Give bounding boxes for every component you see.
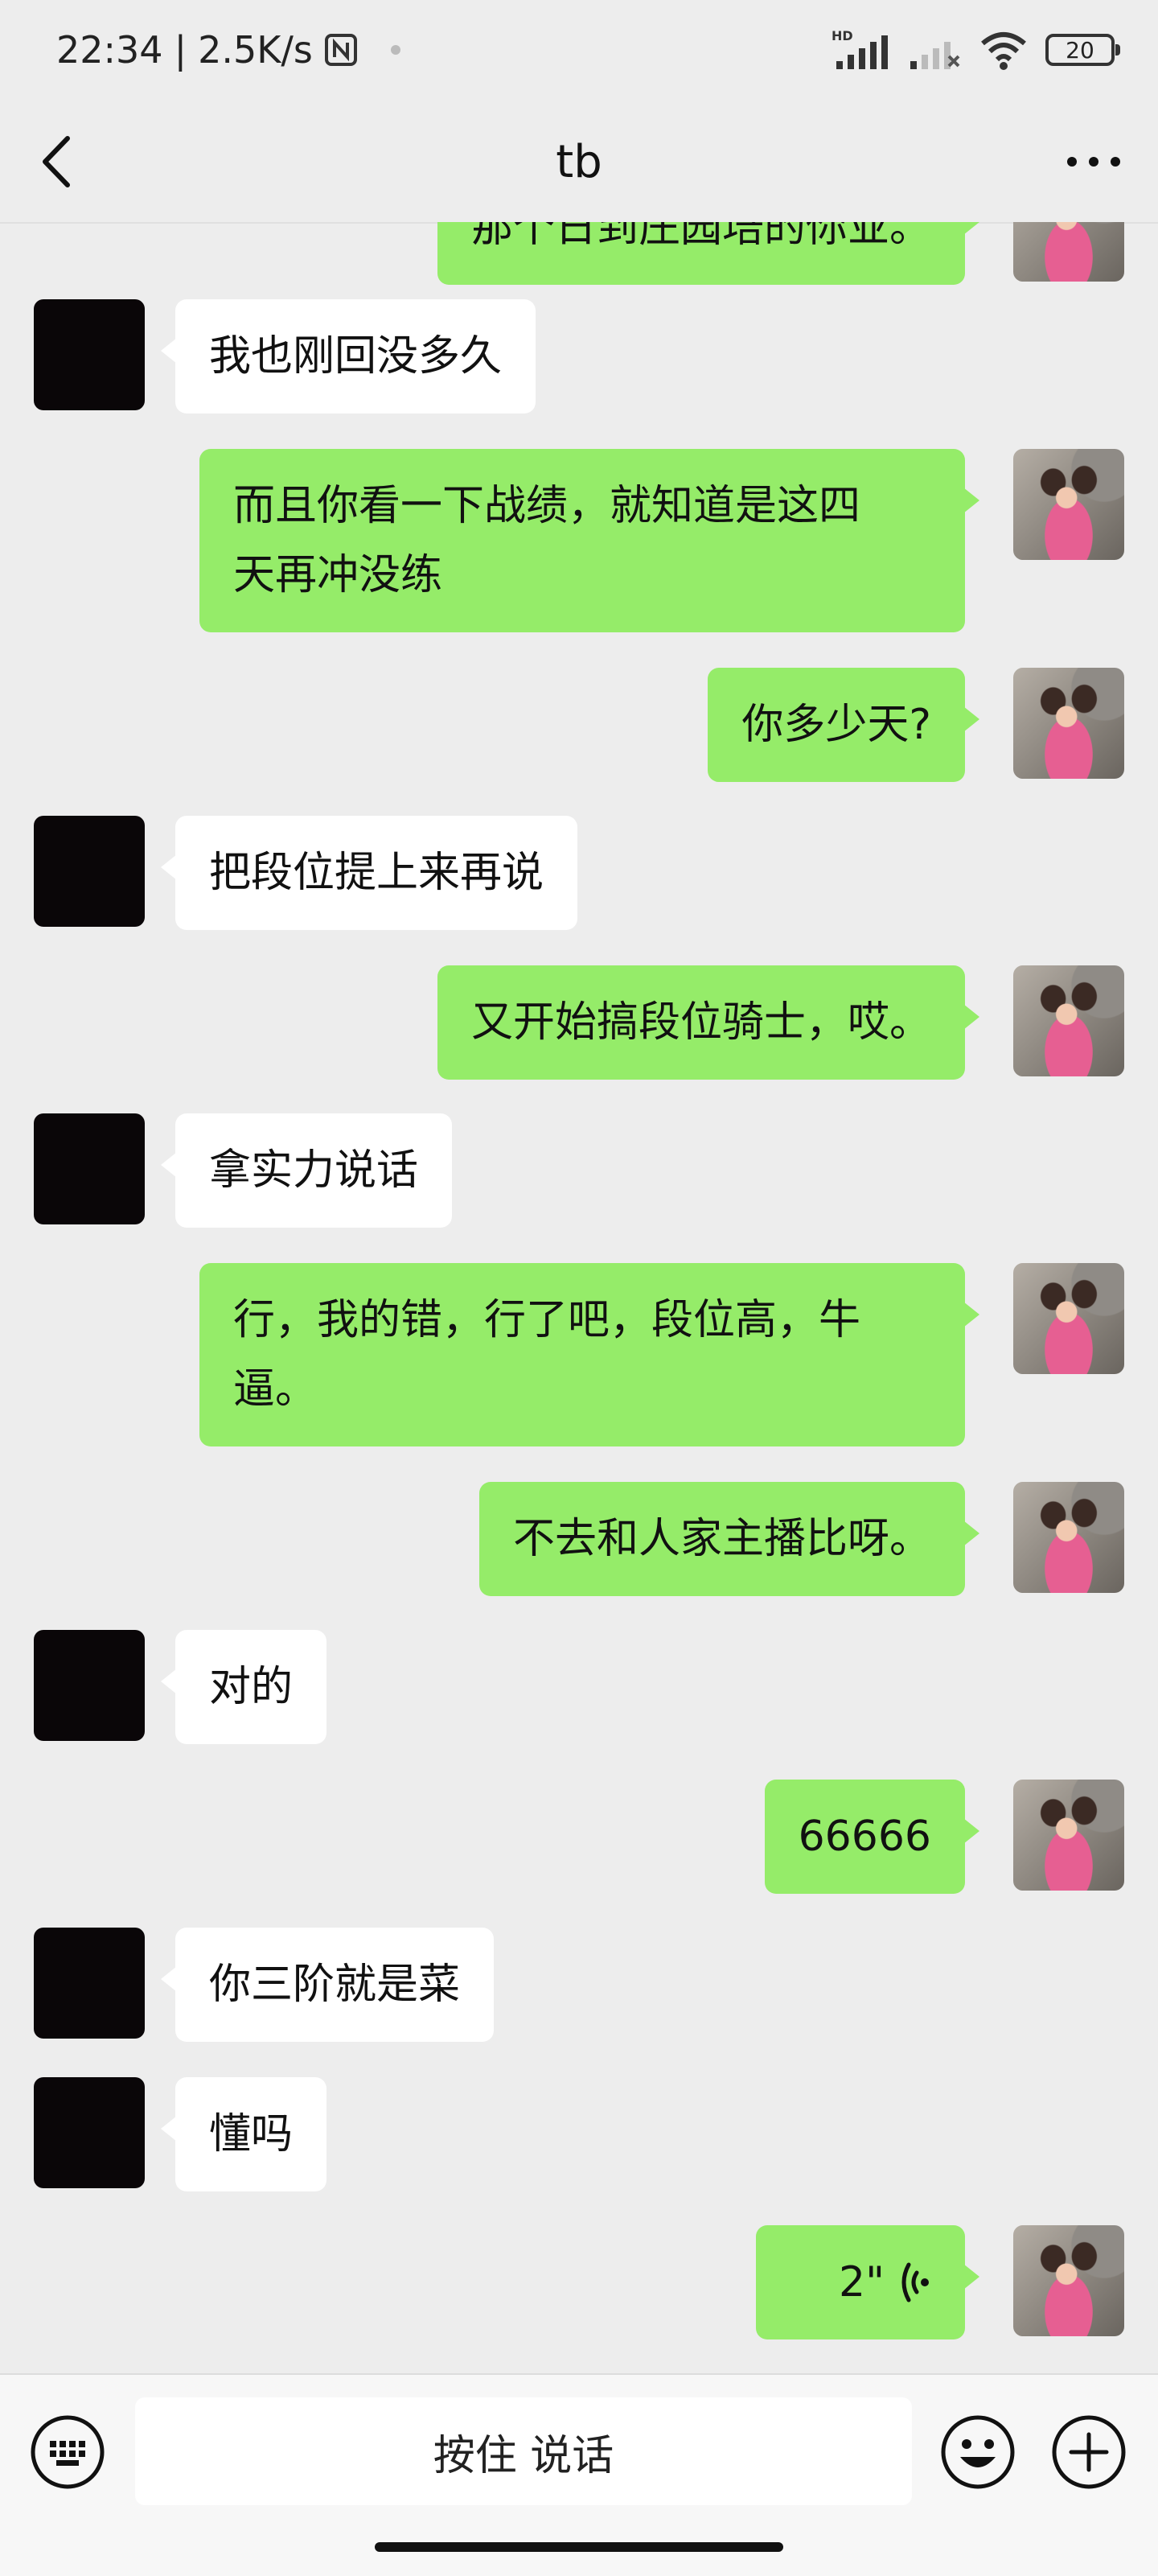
message-text-line: 逼。: [233, 1365, 318, 1414]
my-avatar[interactable]: [1013, 1482, 1124, 1593]
message-text: 又开始搞段位骑士，哎。: [470, 998, 931, 1047]
my-avatar[interactable]: [1013, 449, 1124, 560]
status-right: HD 20: [832, 24, 1120, 76]
message-bubble[interactable]: 你三阶就是菜: [160, 1928, 495, 2042]
more-button[interactable]: [1053, 127, 1134, 196]
home-indicator[interactable]: [375, 2542, 783, 2552]
contact-avatar[interactable]: [34, 1928, 145, 2039]
message-bubble[interactable]: 行，我的错，行了吧，段位高，牛 逼。: [199, 1263, 979, 1446]
keyboard-icon: [31, 2415, 105, 2489]
message-bubble[interactable]: 而且你看一下战绩，就知道是这四 天再冲没练: [199, 449, 979, 632]
message-text-line: 天再冲没练: [233, 551, 443, 599]
emoji-icon: [941, 2415, 1015, 2489]
message-text: 我也刚回没多久: [209, 332, 503, 381]
message-text: 那个日到庄园培的你业。: [470, 222, 931, 252]
message-bubble[interactable]: 那个日到庄园培的你业。: [437, 222, 980, 285]
status-separator: |: [174, 28, 187, 72]
message-bubble[interactable]: 不去和人家主播比呀。: [478, 1482, 980, 1596]
message-text-line: 行，我的错，行了吧，段位高，牛: [233, 1296, 861, 1344]
my-avatar[interactable]: [1013, 1263, 1124, 1374]
nfc-icon: [324, 34, 357, 66]
hold-to-talk-button[interactable]: 按住 说话: [135, 2397, 912, 2505]
my-avatar[interactable]: [1013, 668, 1124, 779]
message-text: 你三阶就是菜: [209, 1961, 461, 2009]
message-bubble[interactable]: 把段位提上来再说: [160, 816, 578, 930]
contact-avatar[interactable]: [34, 1630, 145, 1741]
message-text: 对的: [209, 1663, 294, 1711]
contact-avatar[interactable]: [34, 1113, 145, 1224]
my-avatar[interactable]: [1013, 1780, 1124, 1891]
signal-hd-icon: HD: [832, 29, 888, 69]
emoji-button[interactable]: [939, 2413, 1016, 2491]
contact-avatar[interactable]: [34, 816, 145, 927]
signal-weak-icon: [910, 42, 960, 69]
status-left: 22:34 | 2.5K/s: [56, 26, 403, 74]
back-button[interactable]: [24, 127, 88, 196]
chat-message-list[interactable]: 那个日到庄园培的你业。 我也刚回没多久 而且你看一下战绩，就知道是这四 天再冲没…: [0, 222, 1158, 2373]
keyboard-toggle-button[interactable]: [29, 2413, 106, 2491]
voice-wave-icon: [901, 2262, 929, 2302]
status-time: 22:34: [56, 28, 163, 72]
message-bubble[interactable]: 拿实力说话: [160, 1113, 453, 1228]
more-dots-icon: [1067, 157, 1120, 167]
network-speed: 2.5K/s: [198, 28, 313, 72]
message-bubble[interactable]: 懂吗: [160, 2077, 327, 2191]
message-text-line: 而且你看一下战绩，就知道是这四: [233, 482, 861, 530]
more-functions-button[interactable]: [1050, 2413, 1127, 2491]
message-bubble[interactable]: 对的: [160, 1630, 327, 1744]
my-avatar[interactable]: [1013, 222, 1124, 282]
voice-message-bubble[interactable]: 2": [756, 2225, 979, 2339]
wifi-icon: [981, 32, 1026, 70]
chevron-left-icon: [43, 136, 70, 187]
contact-avatar[interactable]: [34, 299, 145, 410]
message-text: 拿实力说话: [209, 1146, 419, 1195]
plus-icon: [1052, 2415, 1126, 2489]
voice-duration: 2": [838, 2258, 885, 2306]
message-text: 懂吗: [209, 2110, 294, 2158]
message-text: 不去和人家主播比呀。: [512, 1515, 931, 1563]
contact-avatar[interactable]: [34, 2077, 145, 2188]
my-avatar[interactable]: [1013, 965, 1124, 1076]
my-avatar[interactable]: [1013, 2225, 1124, 2336]
message-bubble[interactable]: 你多少天?: [708, 668, 979, 782]
message-text: 66666: [798, 1813, 931, 1861]
battery-icon: 20: [1045, 34, 1120, 66]
message-bubble[interactable]: 66666: [764, 1780, 980, 1894]
chat-title: tb: [556, 135, 602, 188]
message-text: 你多少天?: [741, 701, 931, 749]
notification-icon: [390, 45, 400, 55]
message-text: 把段位提上来再说: [209, 849, 544, 897]
nav-bar: tb: [0, 101, 1158, 224]
hd-label: HD: [832, 29, 853, 43]
status-bar: 22:34 | 2.5K/s HD 20: [0, 0, 1158, 101]
battery-level: 20: [1066, 36, 1094, 64]
message-bubble[interactable]: 又开始搞段位骑士，哎。: [437, 965, 980, 1080]
message-bubble[interactable]: 我也刚回没多久: [160, 299, 536, 414]
